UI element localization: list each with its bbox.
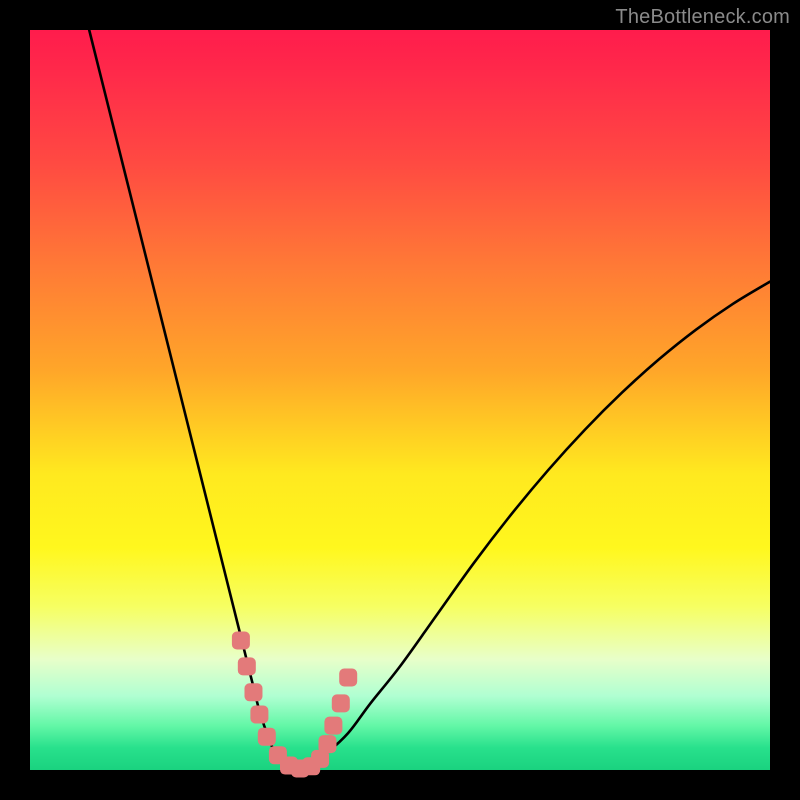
plot-area bbox=[30, 30, 770, 770]
highlight-dot bbox=[244, 683, 262, 701]
curve-layer bbox=[30, 30, 770, 770]
chart-frame: TheBottleneck.com bbox=[0, 0, 800, 800]
highlight-dot bbox=[250, 706, 268, 724]
watermark-text: TheBottleneck.com bbox=[615, 6, 790, 29]
highlight-dot bbox=[339, 669, 357, 687]
highlight-dot bbox=[232, 632, 250, 650]
highlight-dot bbox=[332, 694, 350, 712]
bottleneck-curve bbox=[89, 30, 770, 770]
highlight-dots bbox=[232, 632, 357, 778]
highlight-dot bbox=[324, 717, 342, 735]
highlight-dot bbox=[318, 735, 336, 753]
highlight-dot bbox=[238, 657, 256, 675]
highlight-dot bbox=[258, 728, 276, 746]
